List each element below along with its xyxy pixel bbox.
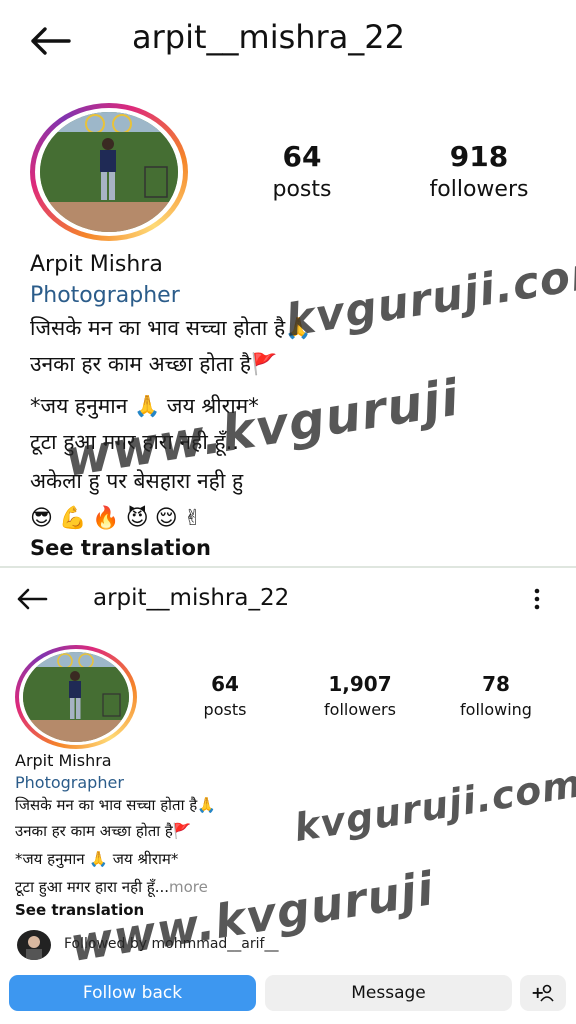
followers-stat[interactable]: 918 followers (414, 140, 544, 202)
sunglasses-emoji-icon: 😎 (30, 506, 53, 531)
followers-label: followers (429, 177, 529, 202)
posts-count: 64 (211, 672, 239, 696)
more-link[interactable]: more (169, 878, 208, 896)
emoji-row: 😎 💪 🔥 😈 😌 ✌ (30, 506, 202, 531)
following-label: following (460, 700, 532, 719)
followers-stat[interactable]: 1,907 followers (314, 672, 406, 719)
follower-avatar[interactable] (17, 930, 51, 960)
profile-username: arpit__mishra_22 (132, 18, 406, 56)
back-arrow-icon[interactable] (14, 584, 50, 614)
posts-label: posts (203, 700, 247, 719)
relieved-emoji-icon: 😌 (154, 506, 178, 531)
back-arrow-icon[interactable] (28, 22, 72, 60)
bio-line: *जय हनुमान 🙏 जय श्रीराम* (15, 850, 179, 868)
bio-line: *जय हनुमान 🙏 जय श्रीराम* (30, 394, 259, 418)
posts-label: posts (272, 177, 332, 202)
bio-line-text: टूटा हुआ मगर हारा नही हूँ... (15, 878, 170, 896)
posts-count: 64 (282, 140, 322, 173)
bio-line: टूटा हुआ मगर हारा नही हूँ...more (15, 877, 208, 897)
bio-line: जिसके मन का भाव सच्चा होता है🙏 (30, 316, 312, 340)
followers-count: 918 (449, 140, 509, 173)
profile-screenshot-top: arpit__mishra_22 64 posts 918 followers … (0, 0, 576, 566)
profile-name: Arpit Mishra (15, 751, 112, 770)
profile-name: Arpit Mishra (30, 252, 163, 277)
followers-label: followers (324, 700, 396, 719)
bio-line: उनका हर काम अच्छा होता है🚩 (30, 352, 278, 376)
more-options-icon[interactable] (528, 586, 546, 612)
profile-username: arpit__mishra_22 (93, 585, 290, 611)
profile-category: Photographer (30, 283, 180, 308)
victory-hand-emoji-icon: ✌ (183, 506, 203, 531)
profile-screenshot-bottom: arpit__mishra_22 64 posts 1,907 follower… (0, 568, 576, 1024)
following-count: 78 (482, 672, 510, 696)
posts-stat[interactable]: 64 posts (262, 140, 342, 202)
followed-by-text[interactable]: Followed by mohmmad__arif__ (64, 936, 278, 952)
followers-count: 1,907 (328, 672, 392, 696)
posts-stat[interactable]: 64 posts (190, 672, 260, 719)
message-button[interactable]: Message (265, 975, 512, 1011)
bio-line: जिसके मन का भाव सच्चा होता है🙏 (15, 796, 216, 814)
avatar[interactable] (40, 112, 178, 232)
bio-line: अकेला हु पर बेसहारा नही हु (30, 469, 244, 493)
see-translation-link[interactable]: See translation (15, 901, 144, 919)
add-user-button[interactable]: + (520, 975, 566, 1011)
avatar[interactable] (23, 652, 129, 742)
profile-category: Photographer (15, 773, 124, 792)
fire-emoji-icon: 🔥 (92, 506, 120, 531)
see-translation-link[interactable]: See translation (30, 536, 211, 560)
watermark: kvguruji.com (282, 244, 576, 347)
bio-line: टूटा हुआ मगर हारा नही हूँ.. (30, 430, 239, 454)
follow-back-button[interactable]: Follow back (9, 975, 256, 1011)
bio-line: उनका हर काम अच्छा होता है🚩 (15, 822, 192, 840)
flexed-biceps-emoji-icon: 💪 (58, 506, 87, 531)
following-stat[interactable]: 78 following (450, 672, 542, 719)
devil-emoji-icon: 😈 (125, 506, 149, 531)
add-user-icon: + (531, 983, 554, 1002)
watermark: kvguruji.com (291, 761, 576, 850)
